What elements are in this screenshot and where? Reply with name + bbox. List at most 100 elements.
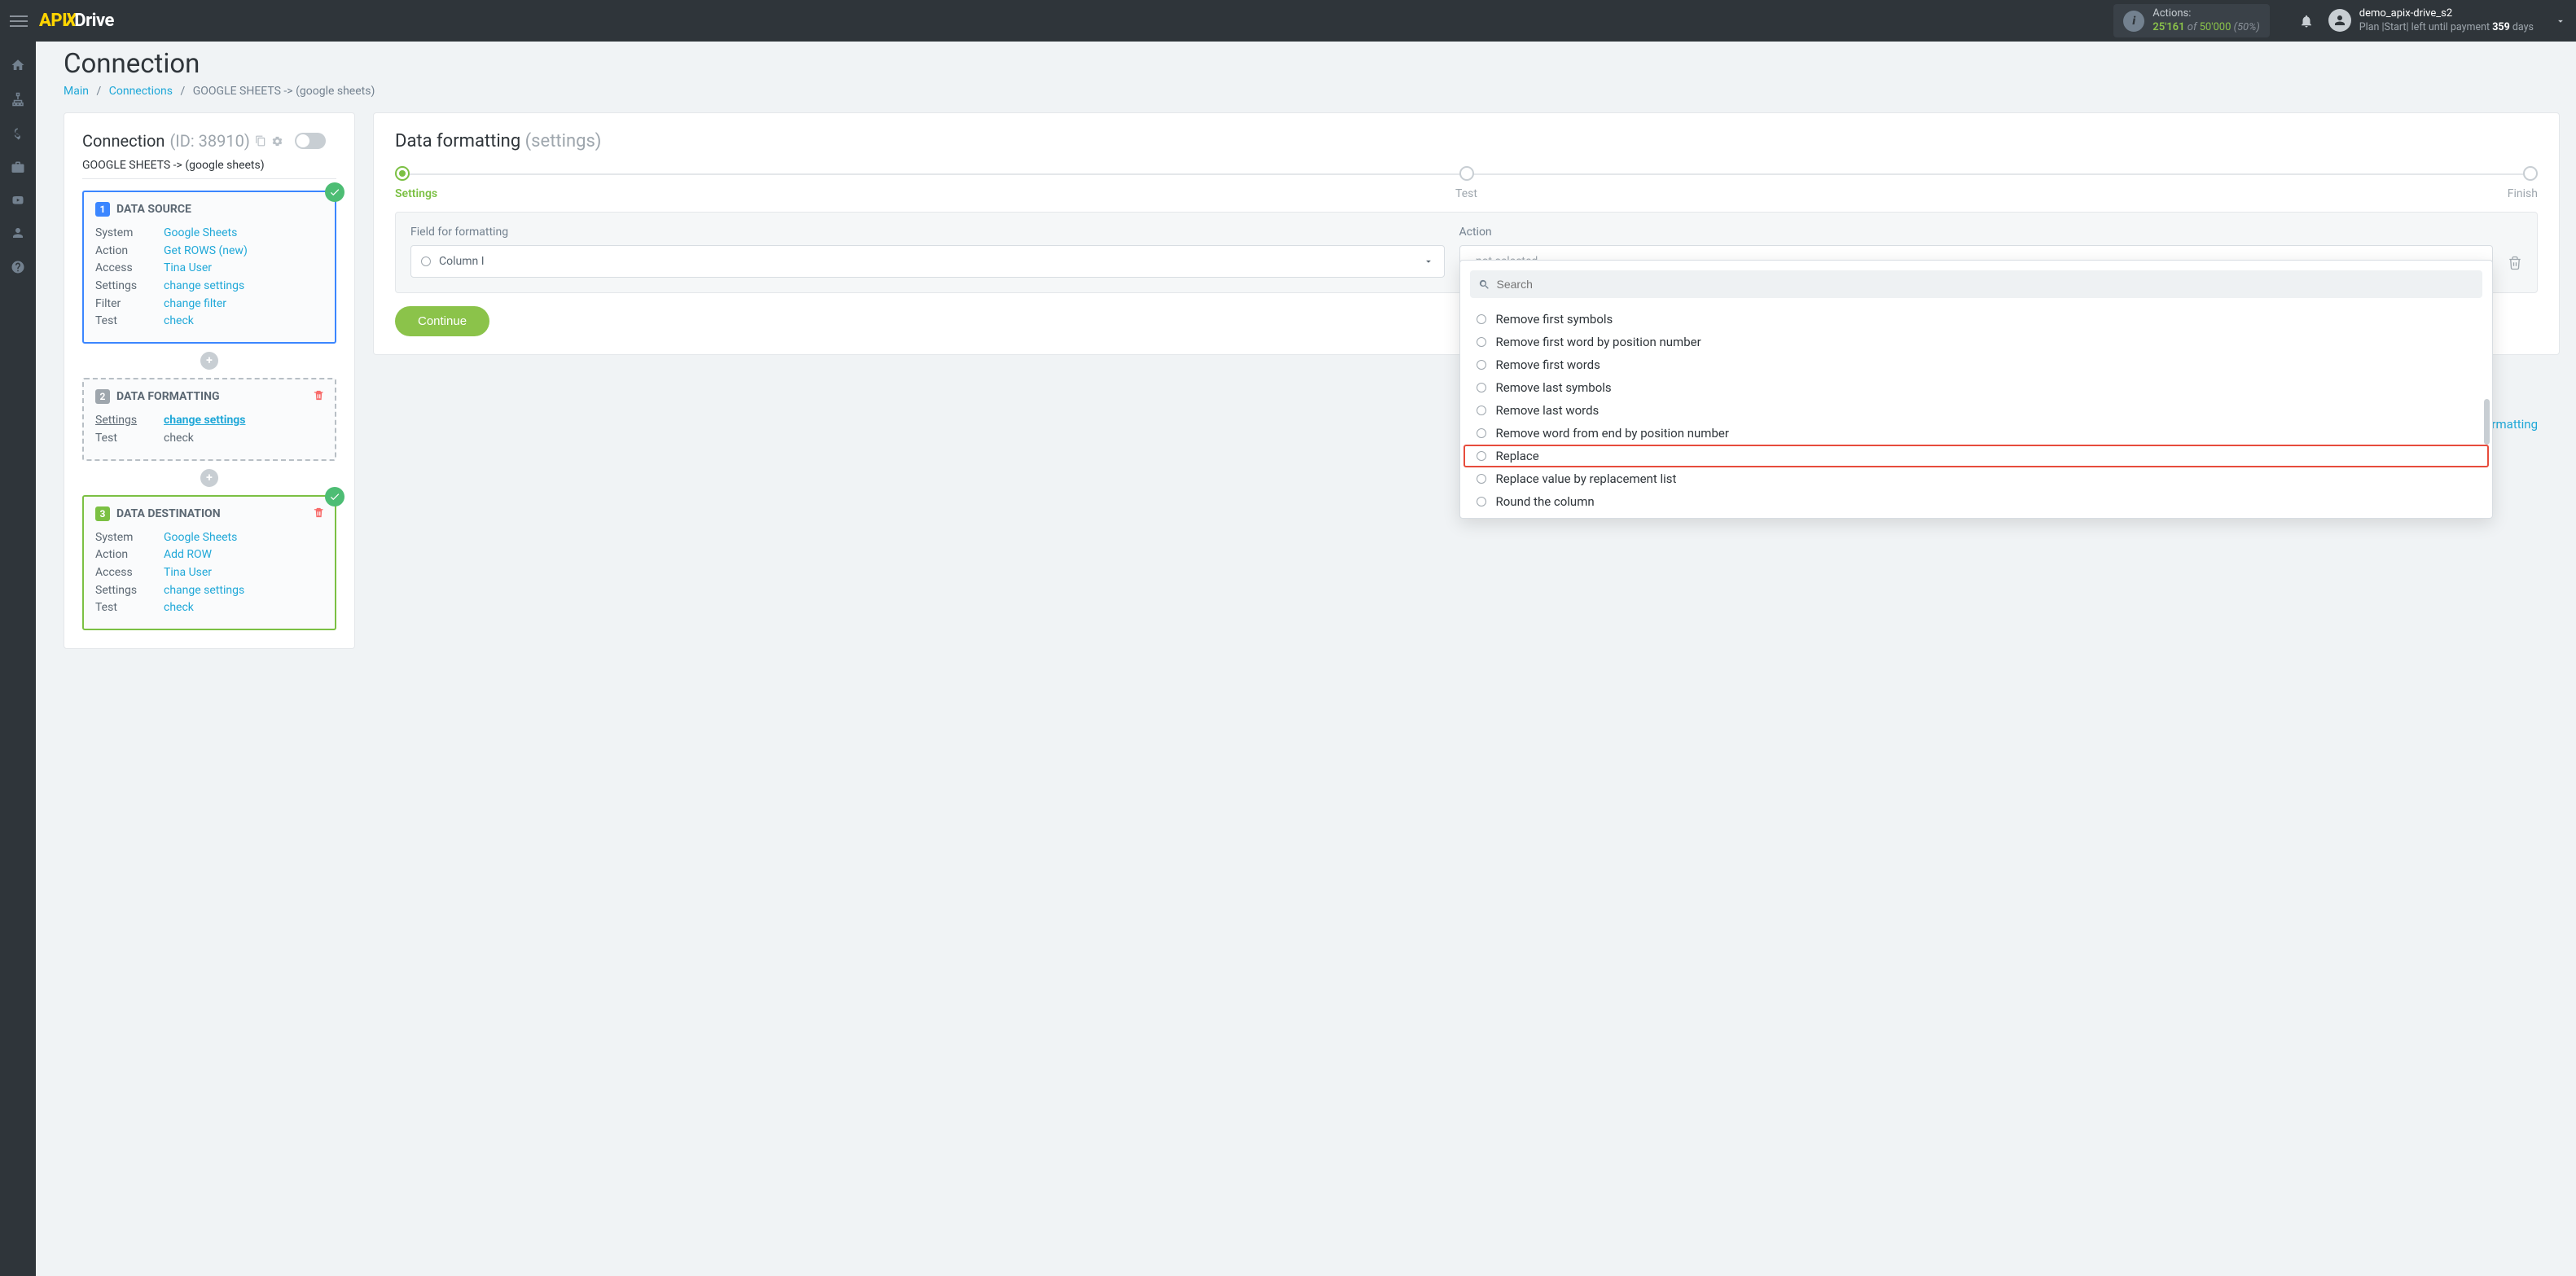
dropdown-search-input[interactable] xyxy=(1497,278,2475,291)
step-dot-test[interactable] xyxy=(1459,166,1474,181)
user-menu[interactable]: demo_apix-drive_s2 Plan |Start| left unt… xyxy=(2328,7,2534,34)
radio-icon xyxy=(1477,406,1486,415)
scrollbar-thumb[interactable] xyxy=(2484,399,2490,445)
chevron-down-icon[interactable] xyxy=(2555,15,2566,27)
delete-row-icon[interactable] xyxy=(2508,256,2522,278)
dropdown-list[interactable]: Remove first symbols Remove first word by… xyxy=(1460,308,2493,513)
radio-icon xyxy=(1477,428,1486,438)
user-text: demo_apix-drive_s2 Plan |Start| left unt… xyxy=(2359,7,2534,34)
dropdown-item[interactable]: Remove word from end by position number xyxy=(1464,422,2490,445)
dropdown-item[interactable]: Remove first word by position number xyxy=(1464,331,2490,353)
check-icon xyxy=(325,182,344,202)
step-number: 1 xyxy=(95,202,110,217)
kv-row: Settingschange settings xyxy=(95,278,323,296)
help-icon[interactable] xyxy=(11,260,25,274)
youtube-icon[interactable] xyxy=(11,195,25,206)
user-icon[interactable] xyxy=(11,226,25,240)
kv-value-link[interactable]: check xyxy=(164,313,194,331)
df-title-main: Data formatting xyxy=(395,131,520,151)
trash-icon[interactable] xyxy=(313,506,325,519)
kv-value-link[interactable]: check xyxy=(164,599,194,617)
kv-value-link[interactable]: Google Sheets xyxy=(164,225,237,243)
gear-icon[interactable] xyxy=(271,135,283,147)
logo[interactable]: APIXDrive xyxy=(39,11,114,31)
field-select[interactable]: Column I xyxy=(410,245,1445,278)
data-formatting-card[interactable]: 2 DATA FORMATTING Settingschange setting… xyxy=(82,378,336,460)
add-step-button[interactable]: + xyxy=(200,352,218,370)
check-icon xyxy=(325,487,344,506)
add-step-button[interactable]: + xyxy=(200,469,218,487)
main-content: Connection Main / Connections / GOOGLE S… xyxy=(36,42,2576,1276)
kv-value-link[interactable]: Add ROW xyxy=(164,546,212,564)
actions-total: 50'000 xyxy=(2200,21,2232,33)
kv-value-link[interactable]: Tina User xyxy=(164,260,212,278)
dropdown-item[interactable]: Remove last symbols xyxy=(1464,376,2490,399)
kv-row: AccessTina User xyxy=(95,564,323,582)
step-label: Test xyxy=(1455,187,1477,200)
actions-pct: (50%) xyxy=(2234,21,2260,33)
home-icon[interactable] xyxy=(11,58,25,72)
kv-value-link[interactable]: change settings xyxy=(164,582,244,600)
field-label: Field for formatting xyxy=(410,226,1445,239)
step-dot-settings[interactable] xyxy=(395,166,410,181)
kv-row: ActionAdd ROW xyxy=(95,546,323,564)
actions-of: of xyxy=(2188,21,2197,33)
dropdown-item[interactable]: Remove last words xyxy=(1464,399,2490,422)
kv-value-link[interactable]: Google Sheets xyxy=(164,529,237,547)
kv-value-link[interactable]: change settings xyxy=(164,412,245,430)
step-number: 2 xyxy=(95,389,110,404)
actions-quota-box[interactable]: i Actions: 25'161 of 50'000 (50%) xyxy=(2113,4,2270,38)
dropdown-item-label: Remove first word by position number xyxy=(1496,335,1701,349)
field-value: Column I xyxy=(439,255,485,268)
plan-days: 359 xyxy=(2492,21,2510,33)
kv-row: Testcheck xyxy=(95,430,323,448)
step-title-formatting: DATA FORMATTING xyxy=(116,390,220,403)
data-source-card[interactable]: 1 DATA SOURCE SystemGoogle SheetsActionG… xyxy=(82,191,336,344)
action-dropdown: Remove first symbols Remove first word by… xyxy=(1459,260,2494,519)
radio-icon xyxy=(1477,360,1486,370)
kv-value-link[interactable]: change settings xyxy=(164,278,244,296)
page-title: Connection xyxy=(64,48,2560,80)
kv-row: SystemGoogle Sheets xyxy=(95,225,323,243)
notifications-icon[interactable] xyxy=(2299,14,2314,29)
plan-prefix: Plan xyxy=(2359,21,2382,33)
dollar-icon[interactable] xyxy=(12,126,24,141)
plan-days-suffix: days xyxy=(2510,21,2534,33)
kv-value-link[interactable]: Get ROWS (new) xyxy=(164,243,248,261)
dropdown-item-label: Replace value by replacement list xyxy=(1496,471,1677,486)
briefcase-icon[interactable] xyxy=(11,160,25,175)
step-number: 3 xyxy=(95,506,110,521)
breadcrumb-connections[interactable]: Connections xyxy=(109,85,173,98)
hamburger-menu[interactable] xyxy=(10,12,28,30)
trash-icon[interactable] xyxy=(313,389,325,401)
data-destination-card[interactable]: 3 DATA DESTINATION SystemGoogle SheetsAc… xyxy=(82,495,336,630)
step-dot-finish[interactable] xyxy=(2523,166,2538,181)
kv-key: Settings xyxy=(95,278,164,296)
dropdown-item[interactable]: Remove first symbols xyxy=(1464,308,2490,331)
dropdown-search[interactable] xyxy=(1470,270,2483,298)
sitemap-icon[interactable] xyxy=(11,92,25,107)
actions-text: Actions: 25'161 of 50'000 (50%) xyxy=(2153,7,2260,35)
dropdown-item-label: Remove first symbols xyxy=(1496,312,1613,327)
continue-button[interactable]: Continue xyxy=(395,306,489,336)
dropdown-item[interactable]: Replace value by replacement list xyxy=(1464,467,2490,490)
kv-key: Filter xyxy=(95,296,164,314)
connection-toggle[interactable] xyxy=(295,133,326,149)
kv-key: Test xyxy=(95,599,164,617)
kv-row: ActionGet ROWS (new) xyxy=(95,243,323,261)
kv-key: Settings xyxy=(95,412,164,430)
topbar: APIXDrive i Actions: 25'161 of 50'000 (5… xyxy=(0,0,2576,42)
kv-key: Access xyxy=(95,260,164,278)
action-label: Action xyxy=(1459,226,2494,239)
kv-key: Access xyxy=(95,564,164,582)
dropdown-item[interactable]: Replace xyxy=(1464,445,2490,467)
breadcrumb-main[interactable]: Main xyxy=(64,85,89,98)
step-title-source: DATA SOURCE xyxy=(116,203,191,216)
dropdown-item[interactable]: Remove first words xyxy=(1464,353,2490,376)
radio-icon xyxy=(421,257,431,266)
dropdown-item[interactable]: Round the column xyxy=(1464,490,2490,513)
kv-value-link[interactable]: change filter xyxy=(164,296,226,314)
copy-icon[interactable] xyxy=(255,135,266,147)
kv-value-link[interactable]: Tina User xyxy=(164,564,212,582)
kv-row: Settingschange settings xyxy=(95,412,323,430)
